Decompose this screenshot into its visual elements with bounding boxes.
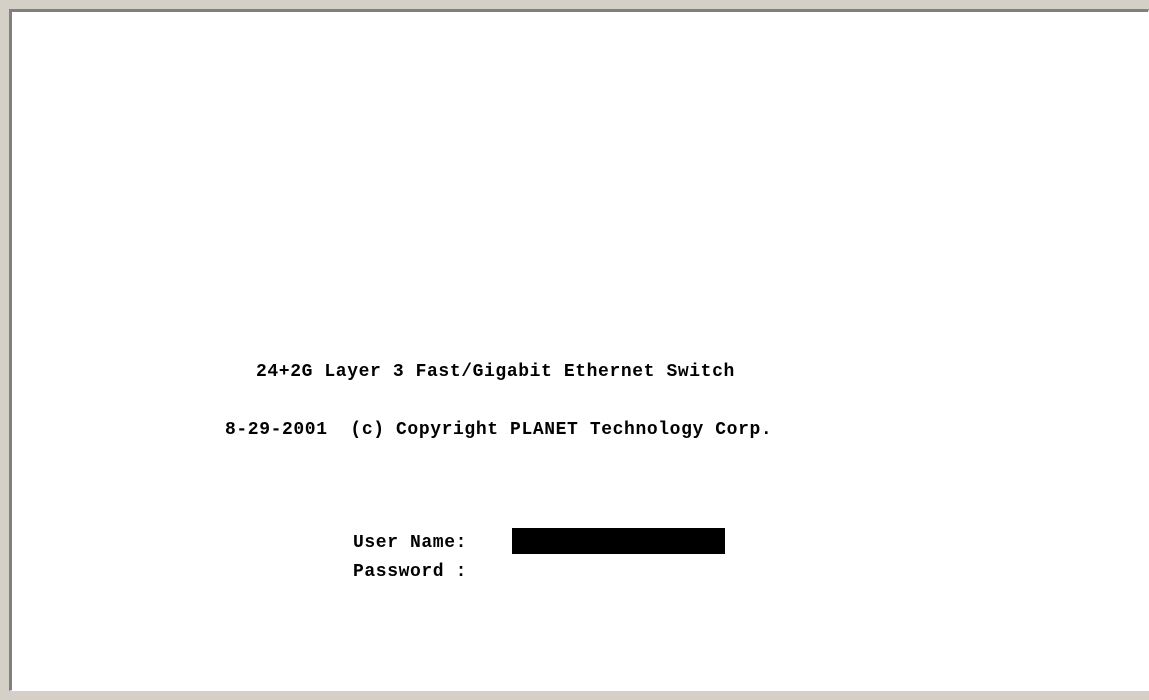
terminal-window: 24+2G Layer 3 Fast/Gigabit Ethernet Swit… <box>0 0 1149 700</box>
switch-title: 24+2G Layer 3 Fast/Gigabit Ethernet Swit… <box>256 362 735 382</box>
copyright-notice: 8-29-2001 (c) Copyright PLANET Technolog… <box>225 420 773 440</box>
username-field[interactable] <box>512 528 725 554</box>
terminal-screen[interactable]: 24+2G Layer 3 Fast/Gigabit Ethernet Swit… <box>9 9 1149 691</box>
username-label: User Name: <box>353 533 468 553</box>
password-label: Password : <box>353 562 468 582</box>
password-field[interactable] <box>512 557 725 583</box>
